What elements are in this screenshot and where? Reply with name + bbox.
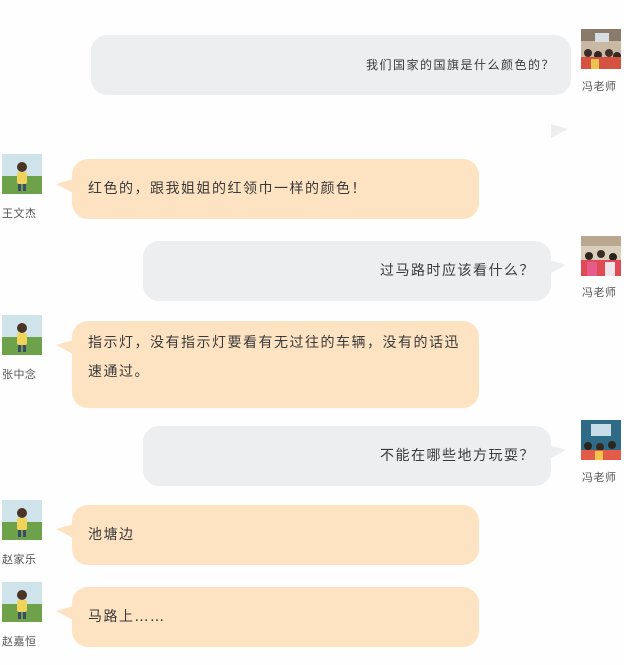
message-text: 池塘边 [88, 526, 135, 543]
teacher-message-bubble: 我们国家的国旗是什么颜色的？ [91, 35, 571, 95]
speaker-name: 赵家乐 [2, 553, 37, 566]
speaker-name: 冯老师 [582, 80, 617, 93]
bubble-tail [56, 340, 73, 354]
classroom-photo-icon [581, 236, 621, 276]
student-avatar [2, 315, 42, 355]
student-avatar [2, 500, 42, 540]
student-avatar [2, 154, 42, 194]
bubble-tail [56, 179, 73, 193]
bubble-tail [549, 445, 566, 459]
student-message-bubble: 指示灯，没有指示灯要看有无过往的车辆，没有的话迅速通过。 [72, 321, 479, 408]
classroom-photo-icon [581, 420, 621, 460]
child-on-grass-photo-icon [2, 315, 42, 355]
message-text: 马路上…… [88, 608, 166, 625]
student-message-bubble: 马路上…… [72, 587, 479, 647]
message-text: 过马路时应该看什么？ [380, 262, 535, 279]
classroom-photo-icon [581, 29, 621, 69]
teacher-avatar [581, 236, 621, 276]
student-message-bubble: 红色的，跟我姐姐的红领巾一样的颜色！ [72, 159, 479, 219]
child-on-grass-photo-icon [2, 582, 42, 622]
message-text: 不能在哪些地方玩耍？ [380, 447, 535, 464]
bubble-tail [56, 524, 73, 538]
student-message-bubble: 池塘边 [72, 505, 479, 565]
speaker-name: 王文杰 [2, 207, 37, 220]
message-text: 红色的，跟我姐姐的红领巾一样的颜色！ [88, 180, 367, 197]
message-text: 我们国家的国旗是什么颜色的？ [365, 57, 555, 72]
speaker-name: 冯老师 [582, 286, 617, 299]
teacher-avatar [581, 29, 621, 69]
child-on-grass-photo-icon [2, 154, 42, 194]
speaker-name: 冯老师 [582, 471, 617, 484]
bubble-tail [549, 260, 566, 274]
message-text: 指示灯，没有指示灯要看有无过往的车辆，没有的话迅速通过。 [88, 335, 460, 380]
student-avatar [2, 582, 42, 622]
bubble-tail [56, 606, 73, 620]
bubble-tail [551, 124, 568, 138]
speaker-name: 赵嘉恒 [2, 635, 37, 648]
teacher-message-bubble: 过马路时应该看什么？ [143, 241, 551, 301]
teacher-message-bubble: 不能在哪些地方玩耍？ [143, 426, 551, 486]
child-on-grass-photo-icon [2, 500, 42, 540]
teacher-avatar [581, 420, 621, 460]
speaker-name: 张中念 [2, 368, 37, 381]
